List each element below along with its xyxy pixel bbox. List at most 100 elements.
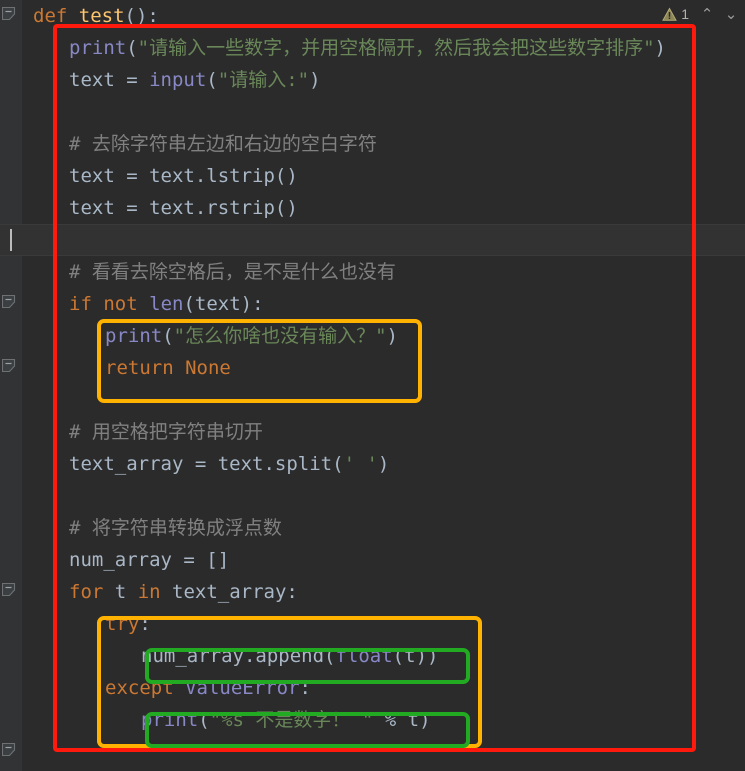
code-token: = [] xyxy=(171,549,230,571)
code-token: text xyxy=(69,69,115,91)
code-token: # 用空格把字符串切开 xyxy=(69,421,263,443)
code-line[interactable]: text = text.rstrip() xyxy=(69,192,298,224)
code-line[interactable]: for t in text_array: xyxy=(69,576,298,608)
code-token: ) xyxy=(654,37,666,59)
code-token: ): xyxy=(240,293,264,315)
code-token: text_array xyxy=(172,581,287,603)
code-token: def xyxy=(33,5,68,27)
code-token: text xyxy=(149,165,195,187)
code-line[interactable]: text_array = text.split(' ') xyxy=(69,448,389,480)
code-token: )) xyxy=(415,645,439,667)
code-token: (): xyxy=(124,5,159,27)
code-token: "请输入:" xyxy=(217,69,310,91)
code-token: = xyxy=(114,69,150,91)
code-token: = xyxy=(114,197,150,219)
code-line[interactable]: print("%s 不是数字！ " % t) xyxy=(141,704,431,736)
code-token: input xyxy=(149,69,207,91)
code-fold-arrow-icon[interactable] xyxy=(2,294,17,309)
code-token: print xyxy=(69,37,127,59)
code-line[interactable]: # 去除字符串左边和右边的空白字符 xyxy=(69,128,377,160)
code-token: "%s 不是数字！ " xyxy=(209,709,374,731)
code-line[interactable]: if not len(text): xyxy=(69,288,264,320)
code-line[interactable]: # 看看去除空格后，是不是什么也没有 xyxy=(69,256,396,288)
code-token: None xyxy=(185,357,231,379)
code-line[interactable]: num_array = [] xyxy=(69,544,229,576)
code-line[interactable]: print("怎么你啥也没有输入？") xyxy=(105,320,398,352)
warning-count: 1 xyxy=(681,6,689,22)
code-token: % xyxy=(373,709,408,731)
code-token: ( xyxy=(198,709,210,731)
code-token: if xyxy=(69,293,92,315)
code-line[interactable]: def test(): xyxy=(33,0,159,32)
code-fold-arrow-icon[interactable] xyxy=(2,6,17,21)
code-token: in xyxy=(137,581,161,603)
code-token: ) xyxy=(419,709,431,731)
code-token: ( xyxy=(392,645,405,667)
text-caret xyxy=(10,229,12,251)
code-token: text xyxy=(149,197,195,219)
code-token: not xyxy=(103,293,138,315)
code-token: # 看看去除空格后，是不是什么也没有 xyxy=(69,261,396,283)
code-token: # 去除字符串左边和右边的空白字符 xyxy=(69,133,377,155)
code-line[interactable]: print("请输入一些数字，并用空格隔开，然后我会把这些数字排序") xyxy=(69,32,666,64)
code-token: .split( xyxy=(263,453,344,475)
code-token: : xyxy=(299,677,311,699)
code-token: = xyxy=(114,165,150,187)
code-token: # 将字符串转换成浮点数 xyxy=(69,517,282,539)
code-token: text xyxy=(69,165,115,187)
code-editor[interactable]: def test(): print("请输入一些数字，并用空格隔开，然后我会把这些… xyxy=(0,0,745,771)
code-token: test xyxy=(78,5,125,27)
code-token: .lstrip() xyxy=(194,165,298,187)
code-line[interactable]: text = text.lstrip() xyxy=(69,160,298,192)
code-token: float xyxy=(335,645,393,667)
code-token: print xyxy=(105,325,163,347)
code-token: print xyxy=(141,709,199,731)
code-line[interactable]: return None xyxy=(105,352,231,384)
code-token: try xyxy=(105,613,140,635)
code-token: len xyxy=(149,293,184,315)
code-token: for xyxy=(69,581,104,603)
warning-triangle-icon xyxy=(662,7,678,22)
code-token: ) xyxy=(377,453,390,475)
next-problem-chevron-down-icon[interactable]: ⌄ xyxy=(721,5,741,23)
code-token: ( xyxy=(162,325,174,347)
code-line[interactable]: text = input("请输入:") xyxy=(69,64,321,96)
code-token: text xyxy=(69,197,115,219)
inspection-widget[interactable]: 1 ⌃ ⌄ xyxy=(662,2,741,26)
code-token: t xyxy=(114,581,127,603)
code-token: ValueError xyxy=(185,677,300,699)
code-token: text xyxy=(217,453,264,475)
code-token: t xyxy=(404,645,416,667)
code-fold-arrow-icon[interactable] xyxy=(2,742,17,757)
code-token: text_array xyxy=(69,453,184,475)
code-token: "请输入一些数字，并用空格隔开，然后我会把这些数字排序" xyxy=(137,37,655,59)
code-line[interactable]: num_array.append(float(t)) xyxy=(141,640,438,672)
code-fold-arrow-icon[interactable] xyxy=(2,582,17,597)
code-line[interactable]: try: xyxy=(105,608,151,640)
code-token: text xyxy=(194,293,241,315)
editor-gutter[interactable] xyxy=(0,0,22,771)
code-token: except xyxy=(105,677,174,699)
code-token: .rstrip() xyxy=(194,197,298,219)
code-token: t xyxy=(407,709,420,731)
code-token: ) xyxy=(386,325,398,347)
code-surface[interactable]: def test(): print("请输入一些数字，并用空格隔开，然后我会把这些… xyxy=(0,0,745,771)
code-token: num_array xyxy=(69,549,172,571)
prev-problem-chevron-up-icon[interactable]: ⌃ xyxy=(697,5,717,23)
code-line[interactable]: # 将字符串转换成浮点数 xyxy=(69,512,282,544)
code-line[interactable]: except ValueError: xyxy=(105,672,311,704)
code-token: ( xyxy=(183,293,195,315)
code-token: .append( xyxy=(243,645,336,667)
code-line[interactable]: # 用空格把字符串切开 xyxy=(69,416,263,448)
code-token: "怎么你啥也没有输入？" xyxy=(173,325,387,347)
code-fold-arrow-icon[interactable] xyxy=(2,358,17,373)
code-token: return xyxy=(105,357,174,379)
